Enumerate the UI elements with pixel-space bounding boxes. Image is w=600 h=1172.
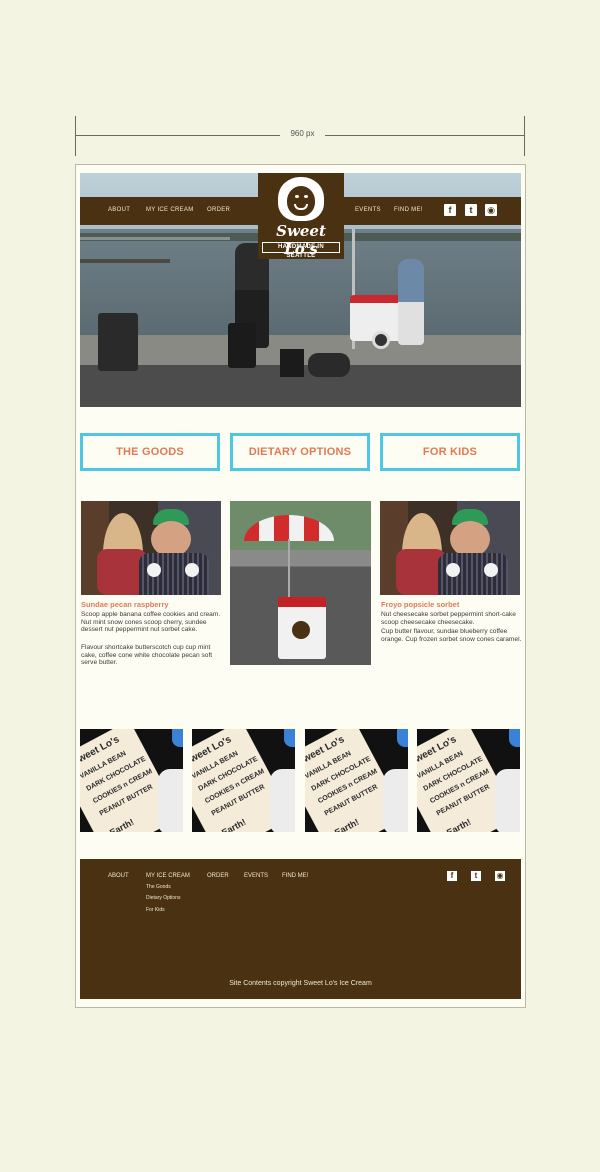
- ruler-label: 960 px: [290, 129, 315, 138]
- gallery-cup: [158, 769, 183, 832]
- footer-sub-dietary-options[interactable]: Dietary Options: [146, 895, 180, 901]
- card-line: Earth!: [107, 816, 136, 832]
- gallery-cup: [383, 769, 408, 832]
- footer-nav-events[interactable]: EVENTS: [244, 873, 268, 879]
- hero-cart-wheel: [372, 331, 390, 349]
- gallery-image[interactable]: Sweet Lo's VANILLA BEAN DARK CHOCOLATE C…: [80, 729, 183, 832]
- category-for-kids[interactable]: FOR KIDS: [380, 433, 520, 471]
- product-description: Cup butter flavour, sundae blueberry cof…: [381, 628, 522, 643]
- nav-events[interactable]: EVENTS: [355, 207, 381, 213]
- photo-umbrella: [244, 515, 334, 541]
- photo-ice-cream-cup: [147, 563, 161, 577]
- photo-ice-cream-cup: [446, 563, 460, 577]
- photo-person-face: [450, 521, 490, 557]
- hero-trash-can: [98, 313, 138, 371]
- facebook-icon[interactable]: f: [444, 204, 456, 216]
- card-line: PEANUT BUTTER: [98, 783, 155, 818]
- product-description: Nut cheesecake sorbet peppermint short-c…: [381, 611, 516, 626]
- gallery-lid: [284, 729, 295, 747]
- hero-suitcase: [228, 323, 256, 368]
- hero-bag: [280, 349, 304, 377]
- gallery-image[interactable]: Sweet Lo's VANILLA BEAN DARK CHOCOLATE C…: [305, 729, 408, 832]
- hero-bag: [308, 353, 350, 377]
- card-line: PEANUT BUTTER: [435, 783, 492, 818]
- twitter-icon[interactable]: t: [471, 871, 481, 881]
- cart-photo: [230, 501, 371, 665]
- hero-banner: ABOUT MY ICE CREAM ORDER EVENTS FIND ME!…: [80, 173, 521, 407]
- photo-ice-cream-cup: [185, 563, 199, 577]
- footer-sub-for-kids[interactable]: For Kids: [146, 907, 165, 913]
- gallery-cup: [270, 769, 295, 832]
- footer-copyright: Site Contents copyright Sweet Lo's Ice C…: [229, 980, 372, 987]
- hero-person: [398, 259, 424, 345]
- facebook-icon[interactable]: f: [447, 871, 457, 881]
- gallery-lid: [509, 729, 520, 747]
- hero-dock: [80, 259, 170, 263]
- ruler-tick-right: [524, 116, 525, 156]
- gallery-image[interactable]: Sweet Lo's VANILLA BEAN DARK CHOCOLATE C…: [417, 729, 520, 832]
- category-the-goods[interactable]: THE GOODS: [80, 433, 220, 471]
- site-footer: ABOUT MY ICE CREAM ORDER EVENTS FIND ME!…: [80, 859, 521, 999]
- gallery-lid: [172, 729, 183, 747]
- ruler-tick-left: [75, 116, 76, 156]
- product-photo: [380, 501, 520, 595]
- logo-tagline: HANDMADE IN SEATTLE: [262, 242, 340, 259]
- product-title[interactable]: Froyo popsicle sorbet: [381, 600, 459, 609]
- twitter-icon[interactable]: t: [465, 204, 477, 216]
- width-ruler: 960 px: [75, 116, 525, 156]
- photo-cart-logo: [292, 621, 310, 639]
- category-dietary-options[interactable]: DIETARY OPTIONS: [230, 433, 370, 471]
- logo-face: [287, 186, 315, 216]
- footer-nav-order[interactable]: ORDER: [207, 873, 229, 879]
- card-line: PEANUT BUTTER: [210, 783, 267, 818]
- product-title[interactable]: Sundae pecan raspberry: [81, 600, 169, 609]
- nav-my-ice-cream[interactable]: MY ICE CREAM: [146, 207, 194, 213]
- product-description: Flavour shortcake butterscotch cup cup m…: [81, 644, 213, 667]
- product-description: Scoop apple banana coffee cookies and cr…: [81, 611, 221, 634]
- gallery-cup: [495, 769, 520, 832]
- footer-nav-find-me[interactable]: FIND ME!: [282, 873, 308, 879]
- page-mockup: ABOUT MY ICE CREAM ORDER EVENTS FIND ME!…: [75, 164, 526, 1008]
- card-line: Earth!: [219, 816, 248, 832]
- hero-pier: [80, 237, 230, 240]
- photo-ice-cream-cup: [484, 563, 498, 577]
- ruler-line: [325, 135, 525, 136]
- nav-about[interactable]: ABOUT: [108, 207, 130, 213]
- instagram-icon[interactable]: ◉: [485, 204, 497, 216]
- card-line: Earth!: [332, 816, 361, 832]
- footer-nav-about[interactable]: ABOUT: [108, 873, 129, 879]
- ruler-line: [75, 135, 280, 136]
- card-line: Earth!: [444, 816, 473, 832]
- nav-order[interactable]: ORDER: [207, 207, 230, 213]
- product-photo: [81, 501, 221, 595]
- gallery-image[interactable]: Sweet Lo's VANILLA BEAN DARK CHOCOLATE C…: [192, 729, 295, 832]
- logo-eye: [295, 195, 299, 198]
- card-line: PEANUT BUTTER: [323, 783, 380, 818]
- photo-person-face: [151, 521, 191, 557]
- brand-logo[interactable]: Sweet Lo's HANDMADE IN SEATTLE: [258, 173, 344, 259]
- footer-nav-my-ice-cream[interactable]: MY ICE CREAM: [146, 873, 190, 879]
- logo-eye: [304, 195, 308, 198]
- nav-find-me[interactable]: FIND ME!: [394, 207, 423, 213]
- footer-sub-the-goods[interactable]: The Goods: [146, 884, 171, 890]
- instagram-icon[interactable]: ◉: [495, 871, 505, 881]
- gallery-lid: [397, 729, 408, 747]
